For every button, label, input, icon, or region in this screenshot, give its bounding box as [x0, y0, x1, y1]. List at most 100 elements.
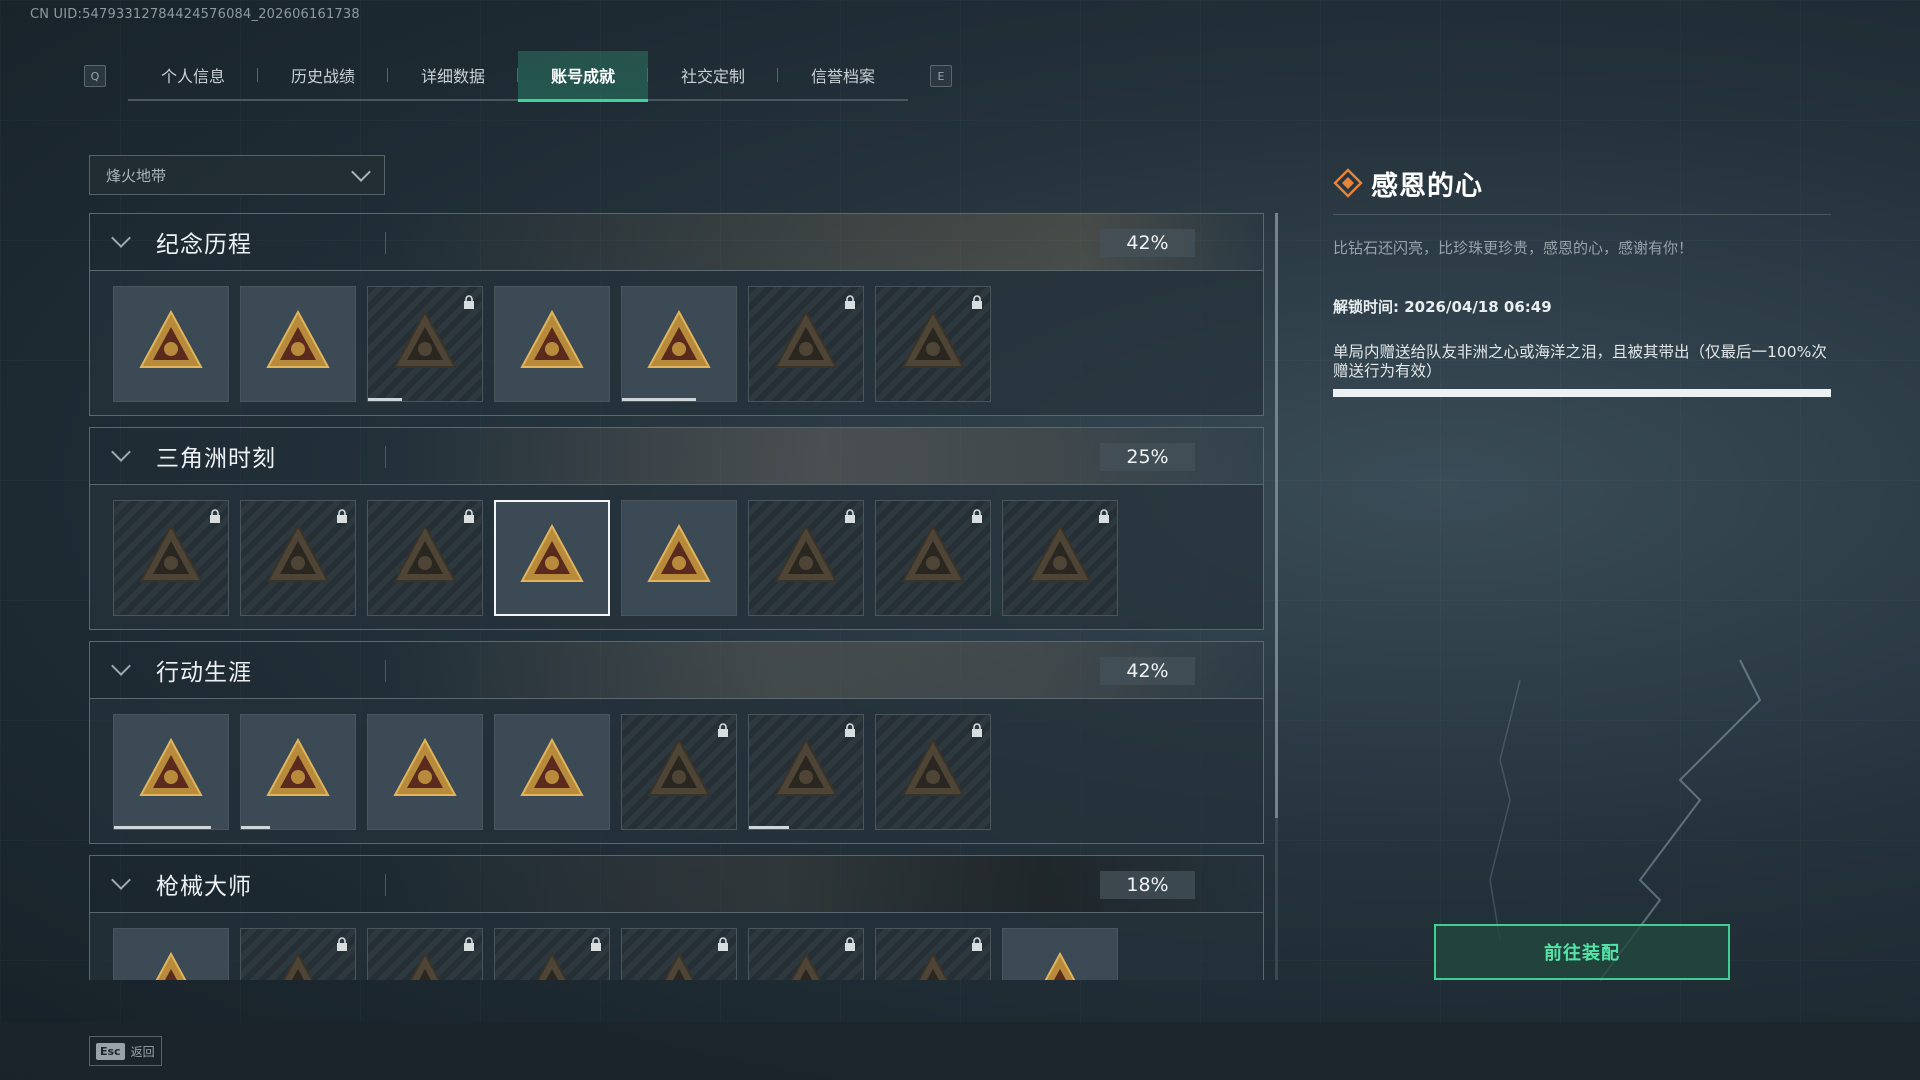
- achievement-badge[interactable]: [494, 286, 610, 402]
- prev-tab-key-hint[interactable]: Q: [84, 65, 106, 87]
- achievement-list[interactable]: 纪念历程 42% 三角洲时刻 25% 行动生涯 42% 枪械大师 18%: [89, 213, 1264, 980]
- badge-progress-bar: [622, 398, 697, 401]
- achievement-badge[interactable]: [748, 714, 864, 830]
- achievement-badge[interactable]: [621, 928, 737, 980]
- round-emblem-icon: [644, 735, 714, 809]
- detail-description: 比钻石还闪亮，比珍珠更珍贵，感恩的心，感谢有你！: [1333, 239, 1694, 257]
- achievement-badge[interactable]: [240, 928, 356, 980]
- section-divider: [385, 874, 386, 896]
- achievement-badge[interactable]: [748, 928, 864, 980]
- achievement-badge[interactable]: [621, 714, 737, 830]
- section-divider: [385, 660, 386, 682]
- squad-icon: [644, 521, 714, 595]
- chevron-down-icon[interactable]: [111, 228, 131, 248]
- section-header[interactable]: 三角洲时刻 25%: [89, 427, 1264, 485]
- badge-progress-bar: [749, 826, 789, 829]
- section-title: 三角洲时刻: [156, 446, 276, 472]
- achievement-badge[interactable]: [494, 714, 610, 830]
- section-header[interactable]: 枪械大师 18%: [89, 855, 1264, 913]
- lock-icon: [844, 508, 856, 523]
- back-button[interactable]: Esc 返回: [89, 1036, 162, 1066]
- achievement-badge[interactable]: [240, 714, 356, 830]
- lock-icon: [717, 722, 729, 737]
- triangle-emblem-icon: [136, 307, 206, 381]
- section-title: 行动生涯: [156, 660, 252, 686]
- rifle-emblem-icon: [644, 949, 714, 980]
- achievement-badge[interactable]: [113, 500, 229, 616]
- list-scrollbar-thumb[interactable]: [1275, 213, 1278, 818]
- badge-progress-bar: [114, 826, 211, 829]
- tab-account-achievements[interactable]: 账号成就: [518, 51, 648, 102]
- rifle-emblem-icon: [898, 949, 968, 980]
- detail-unlock-time: 解锁时间: 2026/04/18 06:49: [1333, 298, 1552, 316]
- achievement-badge[interactable]: [621, 500, 737, 616]
- tab-detailed-stats[interactable]: 详细数据: [388, 51, 518, 99]
- tab-personal-info[interactable]: 个人信息: [128, 51, 258, 99]
- lock-icon: [1098, 508, 1110, 523]
- achievement-badge[interactable]: [1002, 500, 1118, 616]
- top-tab-bar: Q 个人信息 历史战绩 详细数据 账号成就 社交定制 信誉档案 E: [84, 51, 952, 102]
- gold-shield-stars-icon: [390, 735, 460, 809]
- section-title: 枪械大师: [156, 874, 252, 900]
- section-badge-grid: [89, 271, 1264, 416]
- rifle-emblem-icon: [390, 949, 460, 980]
- skull-crossbones-icon: [898, 307, 968, 381]
- achievement-badge[interactable]: [748, 286, 864, 402]
- achievement-badge[interactable]: [113, 286, 229, 402]
- achievement-badge[interactable]: [240, 500, 356, 616]
- medkit-icon: [263, 521, 333, 595]
- tab-list: 个人信息 历史战绩 详细数据 账号成就 社交定制 信誉档案: [128, 51, 908, 102]
- achievement-badge[interactable]: [494, 928, 610, 980]
- achievement-badge[interactable]: [240, 286, 356, 402]
- achievement-badge[interactable]: [367, 928, 483, 980]
- mode-filter-dropdown[interactable]: 烽火地带: [89, 155, 385, 195]
- section-badge-grid: [89, 913, 1264, 980]
- red-shield-stars-icon: [517, 735, 587, 809]
- season-59-icon: [644, 307, 714, 381]
- achievement-badge[interactable]: [494, 500, 610, 616]
- achievement-badge[interactable]: [748, 500, 864, 616]
- chevron-down-icon[interactable]: [111, 442, 131, 462]
- lock-icon: [971, 508, 983, 523]
- chevron-down-icon[interactable]: [111, 870, 131, 890]
- achievement-badge[interactable]: [367, 714, 483, 830]
- achievement-section: 三角洲时刻 25%: [89, 427, 1264, 630]
- lock-icon: [336, 936, 348, 951]
- eye-emblem-icon: [898, 735, 968, 809]
- achievement-badge[interactable]: [621, 286, 737, 402]
- lock-icon: [971, 936, 983, 951]
- achievement-badge[interactable]: [1002, 928, 1118, 980]
- section-header[interactable]: 行动生涯 42%: [89, 641, 1264, 699]
- achievement-section: 行动生涯 42%: [89, 641, 1264, 844]
- achievement-badge[interactable]: [875, 714, 991, 830]
- section-header[interactable]: 纪念历程 42%: [89, 213, 1264, 271]
- achievement-badge[interactable]: [875, 500, 991, 616]
- achievement-badge[interactable]: [113, 928, 229, 980]
- achievement-badge[interactable]: [875, 286, 991, 402]
- lock-icon: [463, 936, 475, 951]
- tab-social-customization[interactable]: 社交定制: [648, 51, 778, 99]
- section-divider: [385, 446, 386, 468]
- chevron-down-icon[interactable]: [111, 656, 131, 676]
- lock-icon: [971, 294, 983, 309]
- achievement-badge[interactable]: [875, 928, 991, 980]
- player-uid: CN UID:547933127844245760​84_20260616173…: [30, 7, 360, 22]
- tab-match-history[interactable]: 历史战绩: [258, 51, 388, 99]
- next-tab-key-hint[interactable]: E: [930, 65, 952, 87]
- achievement-badge[interactable]: [113, 714, 229, 830]
- detail-header: 感恩的心: [1333, 162, 1831, 215]
- badge-progress-bar: [368, 398, 403, 401]
- achievement-badge[interactable]: [367, 500, 483, 616]
- helicopter-icon: [263, 307, 333, 381]
- go-equip-button[interactable]: 前往装配: [1434, 924, 1730, 980]
- list-scrollbar-track[interactable]: [1275, 818, 1278, 980]
- achievement-badge[interactable]: [367, 286, 483, 402]
- chevron-down-icon: [351, 162, 371, 182]
- tab-reputation-record[interactable]: 信誉档案: [778, 51, 908, 99]
- lock-icon: [463, 294, 475, 309]
- fish-icon: [898, 521, 968, 595]
- rose-diamond-icon: [1025, 521, 1095, 595]
- achievement-section: 枪械大师 18%: [89, 855, 1264, 980]
- badge-progress-bar: [241, 826, 270, 829]
- detail-progress-bar: [1333, 389, 1831, 397]
